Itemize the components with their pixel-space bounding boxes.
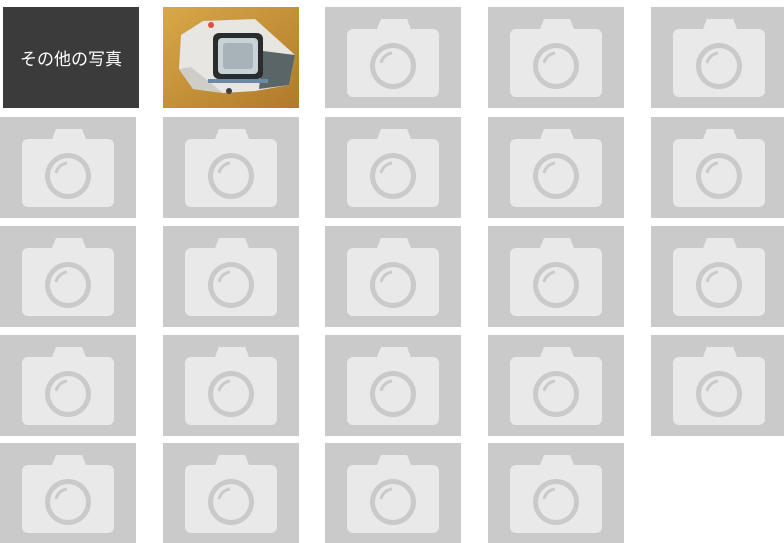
placeholder-tile[interactable] [651, 335, 784, 436]
camera-icon [673, 347, 765, 425]
placeholder-tile[interactable] [0, 443, 136, 543]
camera-icon [22, 129, 114, 207]
placeholder-tile[interactable] [488, 335, 624, 436]
camera-icon [510, 19, 602, 97]
camera-icon [510, 238, 602, 316]
photo-gallery-grid: その他の写真 [0, 0, 784, 543]
camera-icon [347, 455, 439, 533]
placeholder-tile[interactable] [488, 7, 624, 108]
placeholder-tile[interactable] [651, 117, 784, 218]
placeholder-tile[interactable] [488, 117, 624, 218]
placeholder-tile[interactable] [163, 443, 299, 543]
camera-icon [673, 19, 765, 97]
placeholder-tile[interactable] [325, 226, 461, 327]
other-photos-button[interactable]: その他の写真 [3, 7, 139, 108]
camera-icon [185, 347, 277, 425]
camera-icon [185, 455, 277, 533]
photo-thumbnail[interactable] [163, 7, 299, 108]
placeholder-tile[interactable] [325, 335, 461, 436]
placeholder-tile[interactable] [325, 443, 461, 543]
placeholder-tile[interactable] [163, 226, 299, 327]
placeholder-tile[interactable] [651, 226, 784, 327]
placeholder-tile[interactable] [163, 117, 299, 218]
placeholder-tile[interactable] [163, 335, 299, 436]
camera-icon [185, 238, 277, 316]
camera-icon [22, 347, 114, 425]
camera-icon [347, 129, 439, 207]
camera-icon [347, 238, 439, 316]
other-photos-label: その他の写真 [20, 50, 122, 70]
camera-icon [510, 129, 602, 207]
placeholder-tile[interactable] [0, 226, 136, 327]
placeholder-tile[interactable] [488, 443, 624, 543]
camera-icon [510, 455, 602, 533]
camera-icon [22, 238, 114, 316]
camera-icon [22, 455, 114, 533]
camera-icon [347, 19, 439, 97]
placeholder-tile[interactable] [0, 335, 136, 436]
placeholder-tile[interactable] [651, 7, 784, 108]
camera-icon [347, 347, 439, 425]
placeholder-tile[interactable] [488, 226, 624, 327]
placeholder-tile[interactable] [325, 117, 461, 218]
camera-icon [673, 238, 765, 316]
camera-icon [510, 347, 602, 425]
placeholder-tile[interactable] [325, 7, 461, 108]
placeholder-tile[interactable] [0, 117, 136, 218]
camera-icon [185, 129, 277, 207]
product-photo-image [163, 7, 299, 108]
camera-icon [673, 129, 765, 207]
